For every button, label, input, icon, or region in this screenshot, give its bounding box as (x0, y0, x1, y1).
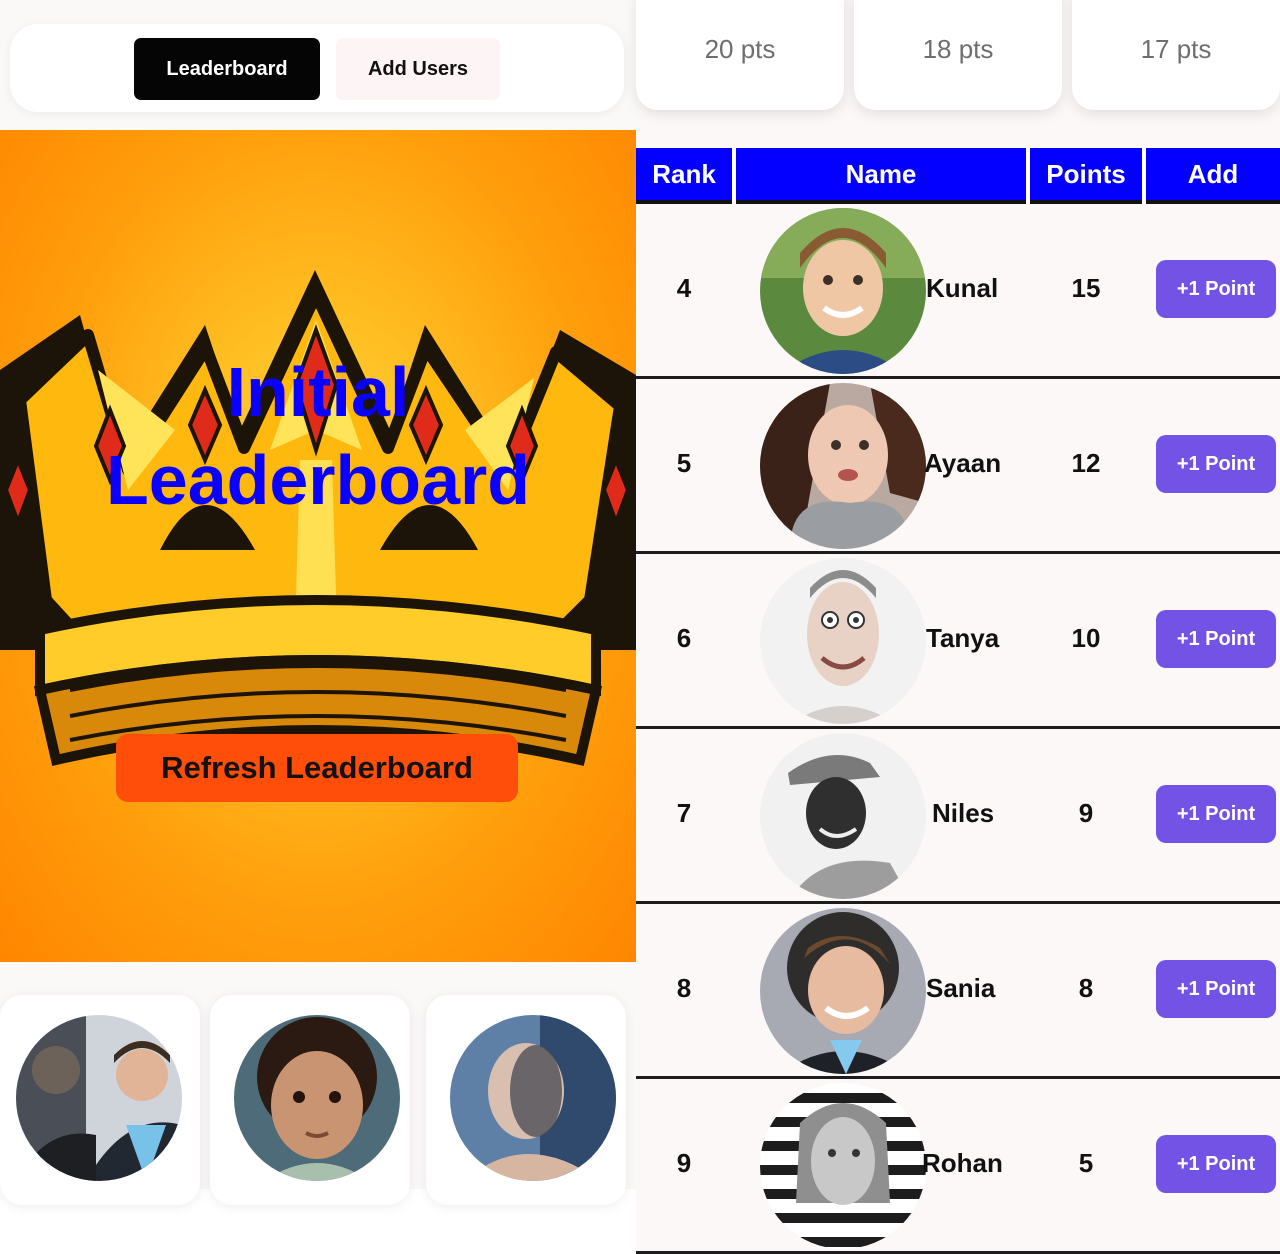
tab-leaderboard[interactable]: Leaderboard (134, 38, 320, 100)
avatar (16, 1015, 182, 1181)
table-row: 6 Tanya 10 +1 Point (636, 554, 1280, 729)
top-card-3rd: 17 pts (1072, 0, 1280, 110)
add-point-button[interactable]: +1 Point (1156, 260, 1276, 318)
rank-cell: 8 (676, 972, 692, 1003)
avatar (760, 208, 926, 374)
add-point-button[interactable]: +1 Point (1156, 960, 1276, 1018)
rank-cell: 9 (676, 1147, 692, 1178)
name-cell: Sania (926, 972, 996, 1003)
table-row: 8 Sania 8 +1 Point (636, 904, 1280, 1079)
avatar (760, 908, 926, 1074)
add-point-button[interactable]: +1 Point (1156, 435, 1276, 493)
table-row: 7 Niles 9 +1 Point (636, 729, 1280, 904)
avatar (760, 383, 926, 549)
hero-title-line1: Initial (226, 353, 410, 431)
name-cell: Tanya (926, 622, 1000, 653)
name-cell: Ayaan (924, 447, 1002, 478)
points-cell: 15 (1071, 272, 1101, 303)
left-panel: Leaderboard Add Users Initial Leaderboar… (0, 0, 636, 1205)
avatar (760, 1083, 926, 1249)
name-cell: Rohan (922, 1147, 1003, 1178)
podium-card-2 (210, 995, 410, 1205)
header-rank: Rank (652, 158, 716, 189)
points-cell: 10 (1071, 622, 1101, 653)
rank-cell: 7 (676, 797, 692, 828)
top-card-1st: 18 pts (854, 0, 1062, 110)
nav-tabs: Leaderboard Add Users (10, 24, 624, 112)
table-row: 5 Ayaan 12 +1 Point (636, 379, 1280, 554)
avatar (450, 1015, 616, 1181)
rank-cell: 5 (676, 447, 692, 478)
points-label: 17 pts (1140, 34, 1212, 64)
name-cell: Niles (932, 797, 995, 828)
podium-card-3 (426, 995, 626, 1205)
add-point-button[interactable]: +1 Point (1156, 610, 1276, 668)
header-name: Name (845, 158, 917, 189)
avatar (234, 1015, 400, 1181)
hero-title: Initial Leaderboard (0, 348, 636, 524)
points-cell: 12 (1071, 447, 1101, 478)
leaderboard-table: Rank Name Points Add 4 Kunal 15 +1 Point… (636, 148, 1280, 1254)
top-card-2nd: 20 pts (636, 0, 844, 110)
avatar (760, 733, 926, 899)
avatar (760, 558, 926, 724)
hero-title-line2: Leaderboard (106, 441, 530, 519)
crown-illustration (0, 270, 636, 766)
points-label: 20 pts (704, 34, 776, 64)
rank-cell: 4 (676, 272, 692, 303)
points-cell: 8 (1078, 972, 1094, 1003)
table-row: 4 Kunal 15 +1 Point (636, 204, 1280, 379)
rank-cell: 6 (676, 622, 692, 653)
add-point-button[interactable]: +1 Point (1156, 785, 1276, 843)
tab-add-users[interactable]: Add Users (336, 38, 500, 100)
right-panel: 20 pts 18 pts 17 pts Rank Name Points Ad… (636, 0, 1280, 1254)
header-points: Points (1046, 158, 1126, 189)
podium-card-1 (0, 995, 200, 1205)
header-add: Add (1187, 158, 1239, 189)
table-row: 9 Rohan 5 +1 Point (636, 1079, 1280, 1254)
points-cell: 9 (1078, 797, 1094, 828)
hero-banner: Initial Leaderboard Refresh Leaderboard (0, 130, 636, 962)
refresh-leaderboard-button[interactable]: Refresh Leaderboard (116, 734, 518, 802)
name-cell: Kunal (926, 272, 999, 303)
add-point-button[interactable]: +1 Point (1156, 1135, 1276, 1193)
points-cell: 5 (1078, 1147, 1094, 1178)
table-header: Rank Name Points Add (636, 148, 1280, 204)
points-label: 18 pts (922, 34, 994, 64)
